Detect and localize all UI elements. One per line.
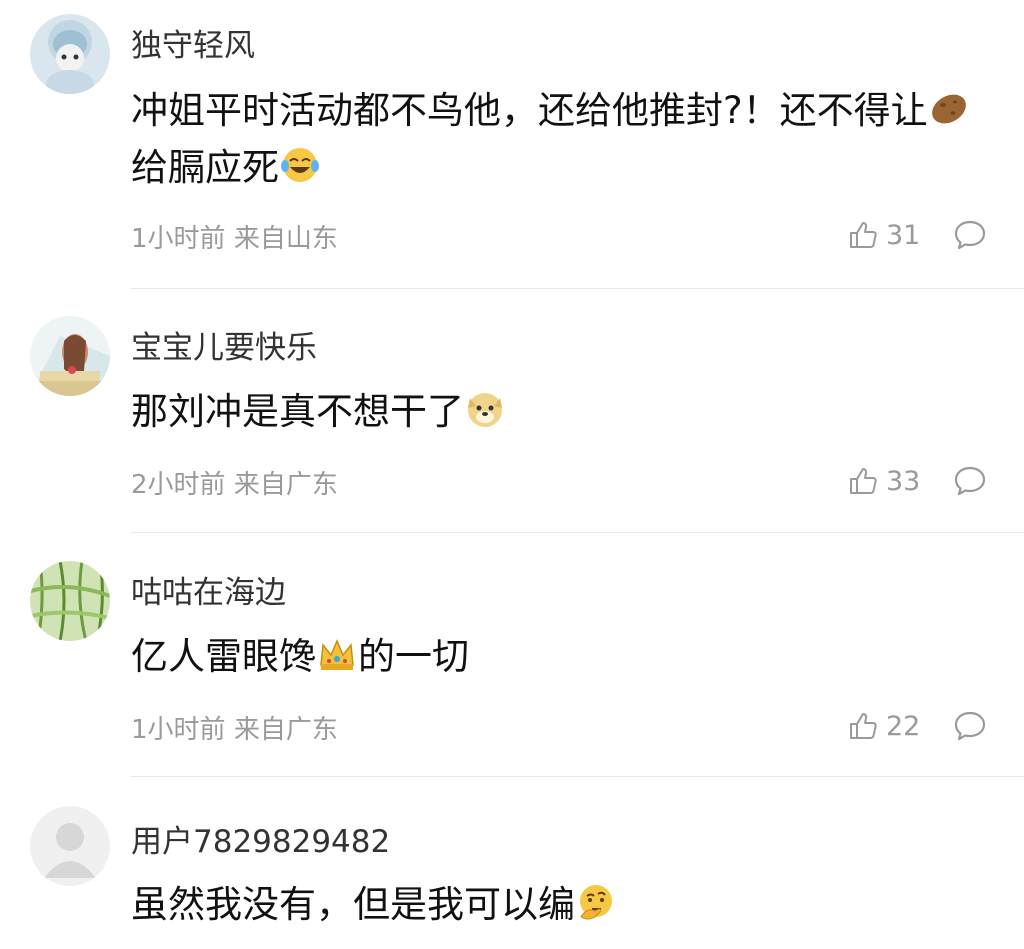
comment-bubble-icon[interactable] [952,708,988,744]
comment-bubble-icon[interactable] [952,217,988,253]
comment-meta: 1小时前 来自广东 [131,709,338,746]
doge-emoji [468,393,502,427]
comment-time: 1小时前 [131,715,226,745]
avatar[interactable] [30,316,110,396]
comment-text: 亿人雷眼馋 的一切 [131,628,990,685]
comment-location: 来自广东 [233,470,338,500]
comment-time: 1小时前 [131,224,226,254]
like-count: 22 [886,710,921,742]
avatar[interactable] [30,14,110,94]
comment-bubble-icon[interactable] [952,463,988,499]
potato-emoji [931,94,966,124]
avatar[interactable] [30,561,110,641]
like-count: 31 [886,219,921,251]
comment-location: 来自广东 [233,715,338,745]
comment-text: 虽然我没有，但是我可以编 [131,876,990,933]
divider [131,288,1024,289]
like-button[interactable]: 22 [848,709,920,743]
username[interactable]: 独守轻风 [131,20,255,65]
username[interactable]: 用户7829829482 [131,816,390,861]
comment-text-part: 虽然我没有，但是我可以编 [131,883,575,926]
divider [131,776,1024,777]
divider [131,532,1024,533]
comment-meta: 1小时前 来自山东 [131,218,338,255]
like-button[interactable]: 33 [848,464,920,498]
comment-time: 2小时前 [131,470,226,500]
comment-text-part: 那刘冲是真不想干了 [131,390,464,433]
like-count: 33 [886,465,921,497]
crown-emoji [320,639,354,670]
username[interactable]: 宝宝儿要快乐 [131,322,317,367]
thumbs-up-icon [850,468,877,494]
comment-text-part: 的一切 [358,635,469,678]
username[interactable]: 咕咕在海边 [131,567,286,612]
comment-text-part: 给膈应死 [131,146,279,189]
thinking-face-emoji [580,885,612,920]
comment-text: 那刘冲是真不想干了 [131,383,990,440]
like-button[interactable]: 31 [848,218,920,252]
comment-item: 独守轻风 冲姐平时活动都不鸟他，还给他推封?！还不得让给膈应死 1小时前 来自山… [0,0,1024,290]
comment-meta: 2小时前 来自广东 [131,464,338,501]
comment-text-part: 亿人雷眼馋 [131,635,316,678]
thumbs-up-icon [850,222,877,248]
comment-text-part: 冲姐平时活动都不鸟他，还给他推封?！还不得让 [131,89,928,132]
avatar[interactable] [30,806,110,886]
comment-location: 来自山东 [233,224,338,254]
comment-text: 冲姐平时活动都不鸟他，还给他推封?！还不得让给膈应死 [131,82,990,196]
laugh-tears-emoji [281,148,319,182]
thumbs-up-icon [850,713,877,739]
